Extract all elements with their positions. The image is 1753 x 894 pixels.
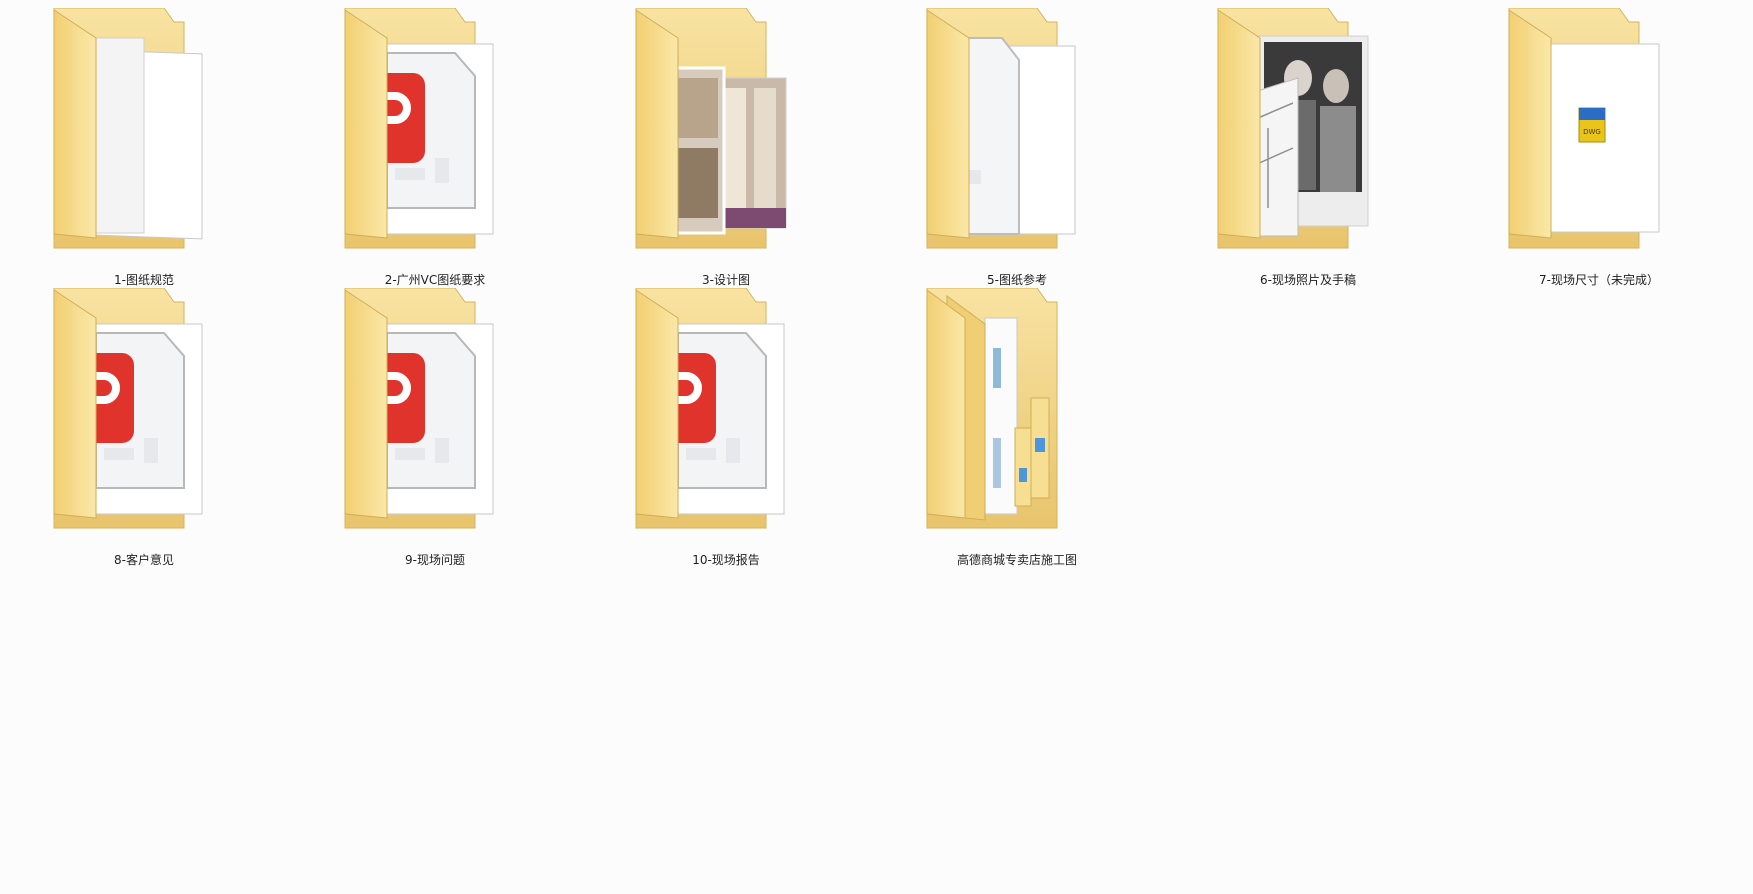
folder-label: 10-现场报告: [692, 553, 760, 567]
folder-label: 3-设计图: [702, 273, 750, 287]
dwg-file-icon: DWG: [1578, 107, 1606, 143]
folder-label: 5-图纸参考: [987, 273, 1047, 287]
folder-icon: [53, 8, 203, 249]
folder-icon: [344, 8, 494, 249]
folder-6[interactable]: DWG 7-现场尺寸（未完成）: [1469, 8, 1729, 287]
folder-label: 7-现场尺寸（未完成）: [1539, 273, 1659, 287]
folder-10[interactable]: 高德商城专卖店施工图: [887, 288, 1147, 567]
folder-8[interactable]: 9-现场问题: [305, 288, 565, 567]
folder-label: 8-客户意见: [114, 553, 174, 567]
folder-3[interactable]: 3-设计图: [596, 8, 856, 287]
folder-label: 2-广州VC图纸要求: [384, 273, 486, 287]
folder-2[interactable]: 2-广州VC图纸要求: [305, 8, 565, 287]
folder-label: 高德商城专卖店施工图: [956, 553, 1077, 567]
folder-icon: [926, 288, 1058, 529]
folder-9[interactable]: 10-现场报告: [596, 288, 856, 567]
file-explorer-large-icons-view: 1-图纸规范 2-广州VC图纸要求 3-设计图 5-图纸参考 6-现场照片及手稿…: [0, 0, 1753, 894]
folder-icon: [1217, 8, 1369, 249]
folder-icon: DWG: [1508, 8, 1660, 249]
folder-label: 6-现场照片及手稿: [1260, 273, 1356, 287]
folder-7[interactable]: 8-客户意见: [14, 288, 274, 567]
folder-icon: [926, 8, 1076, 249]
folder-4[interactable]: 5-图纸参考: [887, 8, 1147, 287]
folder-icon: [635, 8, 787, 249]
folder-1[interactable]: 1-图纸规范: [14, 8, 274, 287]
folder-icon: [635, 288, 785, 529]
folder-icon: [344, 288, 494, 529]
folder-label: 9-现场问题: [405, 553, 465, 567]
folder-5[interactable]: 6-现场照片及手稿: [1178, 8, 1438, 287]
folder-label: 1-图纸规范: [114, 273, 174, 287]
svg-text:DWG: DWG: [1583, 128, 1601, 136]
folder-icon: [53, 288, 203, 529]
